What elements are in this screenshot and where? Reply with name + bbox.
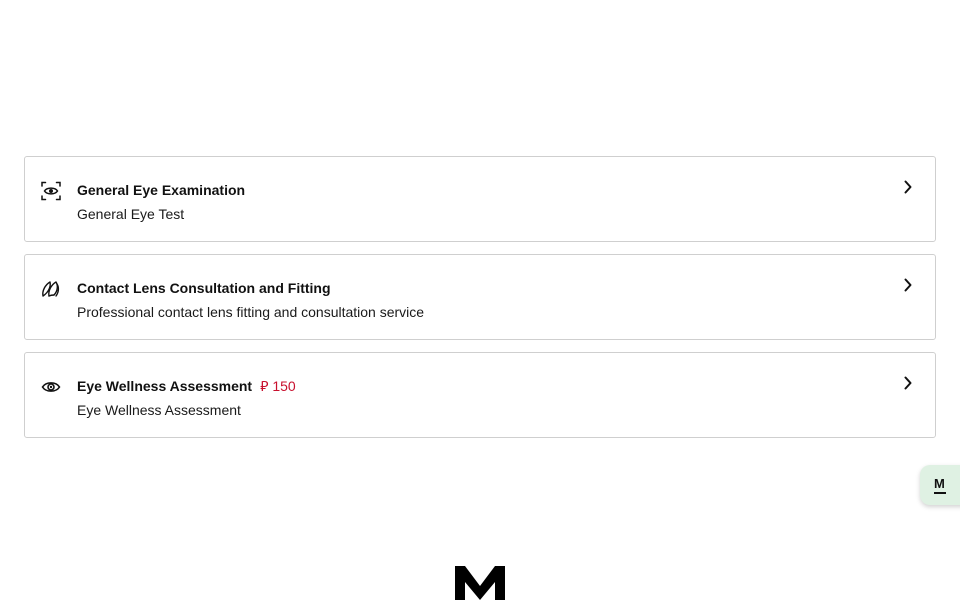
card-title-row: Contact Lens Consultation and Fitting bbox=[77, 279, 875, 297]
contact-lens-icon bbox=[41, 279, 61, 299]
brand-logo bbox=[455, 566, 505, 600]
service-description: Professional contact lens fitting and co… bbox=[77, 304, 425, 320]
service-title: General Eye Examination bbox=[77, 182, 246, 198]
card-title-row: Eye Wellness Assessment ⃁ 150 bbox=[77, 377, 875, 395]
card-text: Eye Wellness Assessment ⃁ 150 Eye Wellne… bbox=[77, 377, 875, 419]
service-card-eye-wellness[interactable]: Eye Wellness Assessment ⃁ 150 Eye Wellne… bbox=[24, 352, 936, 438]
service-description: Eye Wellness Assessment bbox=[77, 402, 241, 418]
service-card-general-eye-examination[interactable]: General Eye Examination General Eye Test bbox=[24, 156, 936, 242]
service-price: ⃁ 150 bbox=[260, 378, 296, 394]
card-text: Contact Lens Consultation and Fitting Pr… bbox=[77, 279, 875, 321]
page: General Eye Examination General Eye Test bbox=[0, 0, 960, 600]
service-title: Contact Lens Consultation and Fitting bbox=[77, 280, 331, 296]
service-list: General Eye Examination General Eye Test bbox=[24, 156, 936, 450]
chevron-right-icon bbox=[901, 179, 915, 195]
chevron-right-icon bbox=[901, 277, 915, 293]
service-description: General Eye Test bbox=[77, 206, 185, 222]
service-title: Eye Wellness Assessment bbox=[77, 378, 253, 394]
card-title-row: General Eye Examination bbox=[77, 181, 875, 199]
badge-label: M bbox=[934, 476, 945, 491]
service-card-contact-lens[interactable]: Contact Lens Consultation and Fitting Pr… bbox=[24, 254, 936, 340]
floating-chat-button[interactable]: M bbox=[920, 465, 960, 505]
chevron-right-icon bbox=[901, 375, 915, 391]
card-text: General Eye Examination General Eye Test bbox=[77, 181, 875, 223]
eye-scan-icon bbox=[41, 181, 61, 201]
badge-underline bbox=[934, 492, 946, 494]
eye-icon bbox=[41, 377, 61, 397]
